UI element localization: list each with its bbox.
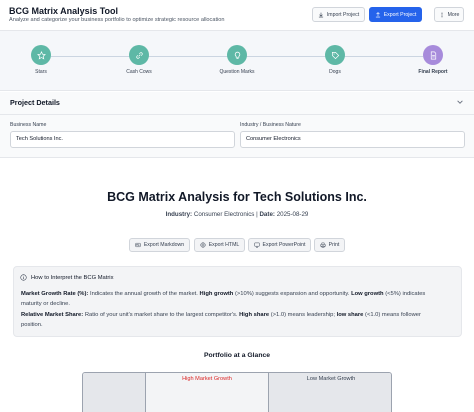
- export-project-button[interactable]: Export Project: [369, 7, 422, 22]
- app-header: BCG Matrix Analysis Tool Analyze and cat…: [0, 0, 474, 31]
- step-final-report[interactable]: Final Report: [408, 45, 458, 75]
- project-details-panel: [0, 92, 474, 158]
- link-icon: [135, 51, 143, 59]
- step-label: Cash Cows: [126, 69, 152, 75]
- growth-text: (>10%) suggests expansion and opportunit…: [234, 291, 350, 297]
- step-label: Stars: [35, 69, 47, 75]
- app-subtitle: Analyze and categorize your business por…: [9, 17, 225, 23]
- report-meta: Industry: Consumer Electronics | Date: 2…: [0, 211, 474, 218]
- print-button[interactable]: Print: [314, 238, 345, 252]
- export-powerpoint-label: Export PowerPoint: [262, 242, 306, 248]
- growth-rate-explanation: Market Growth Rate (%): Indicates the an…: [21, 290, 441, 309]
- step-dogs[interactable]: Dogs: [310, 45, 360, 75]
- market-share-explanation: Relative Market Share: Ratio of your uni…: [21, 311, 441, 330]
- step-circle: [227, 45, 247, 65]
- chevron-down-icon[interactable]: [456, 98, 464, 106]
- divider: [0, 114, 474, 115]
- growth-text: Indicates the annual growth of the marke…: [89, 291, 198, 297]
- report-title: BCG Matrix Analysis for Tech Solutions I…: [107, 190, 367, 204]
- high-growth-term: High growth: [199, 291, 234, 297]
- export-markdown-label: Export Markdown: [143, 242, 185, 248]
- date-value: 2025-08-29: [276, 211, 309, 218]
- printer-icon: [320, 242, 326, 248]
- export-html-button[interactable]: Export HTML: [194, 238, 245, 252]
- low-growth-term: Low growth: [351, 291, 384, 297]
- high-growth-header: High Market Growth: [182, 376, 232, 382]
- industry-key: Industry:: [165, 211, 193, 218]
- business-name-label: Business Name: [10, 122, 47, 128]
- growth-key: Market Growth Rate (%):: [21, 291, 89, 297]
- export-markdown-button[interactable]: Export Markdown: [129, 238, 190, 252]
- date-key: Date:: [259, 211, 275, 218]
- interpretation-heading: How to Interpret the BCG Matrix: [20, 274, 113, 281]
- share-key: Relative Market Share:: [21, 312, 84, 318]
- matrix-corner-cell: [83, 373, 146, 412]
- interpretation-heading-text: How to Interpret the BCG Matrix: [31, 274, 114, 281]
- business-name-input[interactable]: Tech Solutions Inc.: [10, 131, 235, 148]
- industry-value: Consumer Electronics: [193, 211, 255, 218]
- portfolio-title: Portfolio at a Glance: [203, 352, 271, 359]
- export-project-label: Export Project: [383, 11, 417, 18]
- export-powerpoint-button[interactable]: Export PowerPoint: [248, 238, 311, 252]
- step-circle: [31, 45, 51, 65]
- globe-icon: [200, 242, 206, 248]
- print-label: Print: [328, 242, 340, 248]
- more-button[interactable]: More: [434, 7, 464, 22]
- document-icon: [430, 51, 436, 59]
- step-cash-cows[interactable]: Cash Cows: [114, 45, 164, 75]
- step-question-marks[interactable]: Question Marks: [212, 45, 262, 75]
- high-share-term: High share: [239, 312, 270, 318]
- share-text: (>1.0) means leadership;: [270, 312, 336, 318]
- more-label: More: [447, 11, 460, 18]
- industry-label: Industry / Business Nature: [240, 122, 301, 128]
- export-html-label: Export HTML: [208, 242, 240, 248]
- lightbulb-icon: [234, 51, 240, 59]
- low-growth-header: Low Market Growth: [306, 376, 356, 382]
- meta-separator: |: [256, 211, 258, 218]
- more-icon: [441, 12, 443, 17]
- share-text: Ratio of your unit's market share to the…: [84, 312, 238, 318]
- step-circle: [423, 45, 443, 65]
- import-project-button[interactable]: Import Project: [312, 7, 365, 22]
- project-details-title[interactable]: Project Details: [10, 98, 60, 107]
- low-growth-column: Low Market Growth: [269, 373, 391, 412]
- tag-icon: [331, 51, 339, 59]
- import-project-label: Import Project: [326, 11, 360, 18]
- step-label: Question Marks: [219, 69, 255, 75]
- high-growth-column: High Market Growth: [146, 373, 269, 412]
- step-label: Final Report: [418, 69, 448, 75]
- step-stars[interactable]: Stars: [16, 45, 66, 75]
- low-share-term: low share: [336, 312, 364, 318]
- import-icon: [318, 12, 323, 17]
- app-title: BCG Matrix Analysis Tool: [9, 6, 119, 16]
- portfolio-matrix: High Market Growth Low Market Growth: [82, 372, 392, 412]
- step-label: Dogs: [329, 69, 341, 75]
- info-icon: [20, 274, 27, 281]
- step-circle: [129, 45, 149, 65]
- markdown-icon: [135, 242, 141, 248]
- industry-input[interactable]: Consumer Electronics: [240, 131, 465, 148]
- step-circle: [325, 45, 345, 65]
- export-icon: [375, 11, 380, 17]
- star-icon: [36, 50, 46, 59]
- monitor-icon: [253, 242, 260, 248]
